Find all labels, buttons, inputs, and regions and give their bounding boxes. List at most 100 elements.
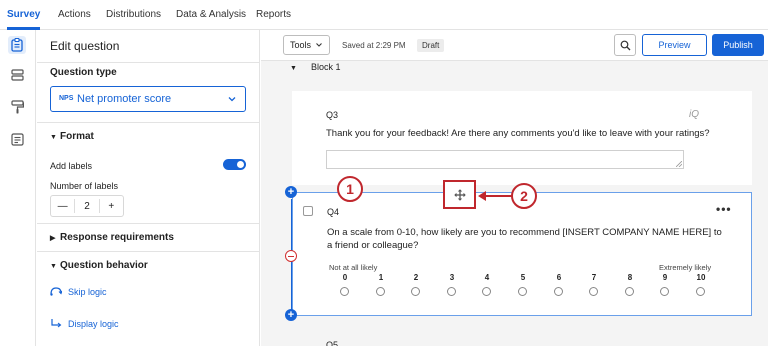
radio-0[interactable]	[340, 287, 349, 296]
callout-2: 2	[511, 183, 537, 209]
scale-label: 0	[342, 273, 348, 282]
number-of-labels-label: Number of labels	[50, 181, 119, 191]
tab-reports[interactable]: Reports	[256, 9, 291, 20]
blocks-icon[interactable]	[8, 66, 26, 84]
format-label: Format	[60, 131, 94, 142]
caret-right-icon: ▶	[50, 235, 56, 242]
display-logic-label: Display logic	[68, 319, 119, 329]
nps-badge: NPS	[59, 95, 74, 102]
right-anchor-label: Extremely likely	[659, 263, 712, 272]
chevron-down-icon	[227, 94, 237, 107]
saved-status: Saved at 2:29 PM	[342, 41, 406, 50]
radio-10[interactable]	[696, 287, 705, 296]
caret-down-icon: ▼	[290, 65, 297, 72]
next-question-id: Q5	[326, 340, 339, 346]
tab-survey[interactable]: Survey	[7, 9, 40, 20]
skip-logic-icon	[50, 286, 63, 298]
scale-label: 1	[378, 273, 384, 282]
callout-arrow-icon	[478, 191, 512, 201]
divider	[37, 251, 260, 252]
block-header[interactable]: ▼ Block 1	[290, 62, 340, 72]
scale-label: 8	[627, 273, 633, 282]
response-requirements-label: Response requirements	[60, 232, 174, 243]
radio-6[interactable]	[554, 287, 563, 296]
toggle-knob	[237, 161, 244, 168]
scale-label: 3	[449, 273, 455, 282]
top-nav: Survey Actions Distributions Data & Anal…	[0, 0, 768, 30]
block-name: Block 1	[310, 62, 341, 72]
scale-label: 7	[591, 273, 597, 282]
publish-button[interactable]: Publish	[712, 34, 764, 56]
radio-5[interactable]	[518, 287, 527, 296]
question-id: Q4	[327, 207, 340, 217]
more-options-icon[interactable]: •••	[716, 202, 732, 216]
callout-1: 1	[337, 176, 363, 202]
display-logic-icon	[50, 318, 62, 330]
left-anchor-label: Not at all likely	[329, 263, 378, 272]
resize-handle-icon	[676, 161, 682, 167]
survey-flow-icon[interactable]	[8, 130, 26, 148]
radio-7[interactable]	[589, 287, 598, 296]
scale-label: 6	[556, 273, 562, 282]
divider	[37, 122, 260, 123]
radio-3[interactable]	[447, 287, 456, 296]
tools-button[interactable]: Tools	[283, 35, 330, 55]
question-card-q4[interactable]: Q4 ••• On a scale from 0-10, how likely …	[292, 192, 752, 316]
radio-8[interactable]	[625, 287, 634, 296]
scale-label: 2	[413, 273, 419, 282]
move-handle[interactable]	[443, 180, 476, 209]
move-icon	[453, 188, 466, 201]
tab-data-analysis[interactable]: Data & Analysis	[176, 9, 246, 20]
panel-title: Edit question	[50, 39, 120, 53]
question-checkbox[interactable]	[303, 206, 313, 216]
scale-label: 4	[484, 273, 490, 282]
question-id: Q3	[326, 110, 339, 120]
question-card-q3[interactable]: Q3 iQ Thank you for your feedback! Are t…	[292, 91, 752, 185]
add-labels-label: Add labels	[50, 161, 93, 171]
chevron-down-icon	[316, 43, 322, 47]
question-type-label: Question type	[50, 67, 117, 78]
skip-logic-label: Skip logic	[68, 287, 107, 297]
response-requirements-toggle[interactable]: ▶ Response requirements	[50, 232, 174, 243]
preview-button[interactable]: Preview	[642, 34, 707, 56]
skip-logic-link[interactable]: Skip logic	[50, 286, 107, 298]
tab-actions[interactable]: Actions	[58, 9, 91, 20]
number-of-labels-stepper: — 2 +	[50, 195, 124, 217]
comment-textarea[interactable]	[326, 150, 684, 169]
question-type-select[interactable]: NPS Net promoter score	[50, 86, 246, 112]
question-behavior-label: Question behavior	[60, 260, 148, 271]
decrement-button[interactable]: —	[51, 201, 74, 212]
divider	[37, 62, 260, 63]
question-type-value: Net promoter score	[77, 93, 172, 105]
search-button[interactable]	[614, 34, 636, 56]
display-logic-link[interactable]: Display logic	[50, 318, 119, 330]
scale-label: 10	[696, 273, 706, 282]
question-behavior-toggle[interactable]: ▼ Question behavior	[50, 260, 148, 271]
icon-rail	[0, 30, 36, 346]
radio-9[interactable]	[660, 287, 669, 296]
add-labels-toggle[interactable]	[223, 159, 246, 170]
search-icon	[620, 40, 630, 50]
survey-icon[interactable]	[8, 36, 26, 54]
format-section-toggle[interactable]: ▼ Format	[50, 131, 94, 142]
divider	[37, 223, 260, 224]
caret-down-icon: ▼	[50, 134, 57, 141]
question-text[interactable]: On a scale from 0-10, how likely are you…	[327, 226, 727, 252]
number-of-labels-value[interactable]: 2	[75, 201, 98, 212]
add-question-below-icon[interactable]: +	[285, 309, 297, 321]
tab-distributions[interactable]: Distributions	[106, 9, 161, 20]
question-text[interactable]: Thank you for your feedback! Are there a…	[326, 128, 710, 139]
delete-question-icon[interactable]	[285, 250, 297, 262]
editor-toolbar: Tools Saved at 2:29 PM Draft Preview Pub…	[261, 30, 768, 61]
look-and-feel-icon[interactable]	[8, 98, 26, 116]
iq-icon[interactable]: iQ	[689, 109, 699, 120]
radio-2[interactable]	[411, 287, 420, 296]
draft-badge: Draft	[417, 39, 445, 52]
scale-label: 5	[520, 273, 526, 282]
edit-question-panel: Edit question Question type NPS Net prom…	[37, 30, 260, 346]
increment-button[interactable]: +	[100, 201, 123, 212]
add-question-above-icon[interactable]: +	[285, 186, 297, 198]
radio-4[interactable]	[482, 287, 491, 296]
tools-label: Tools	[289, 40, 311, 50]
radio-1[interactable]	[376, 287, 385, 296]
